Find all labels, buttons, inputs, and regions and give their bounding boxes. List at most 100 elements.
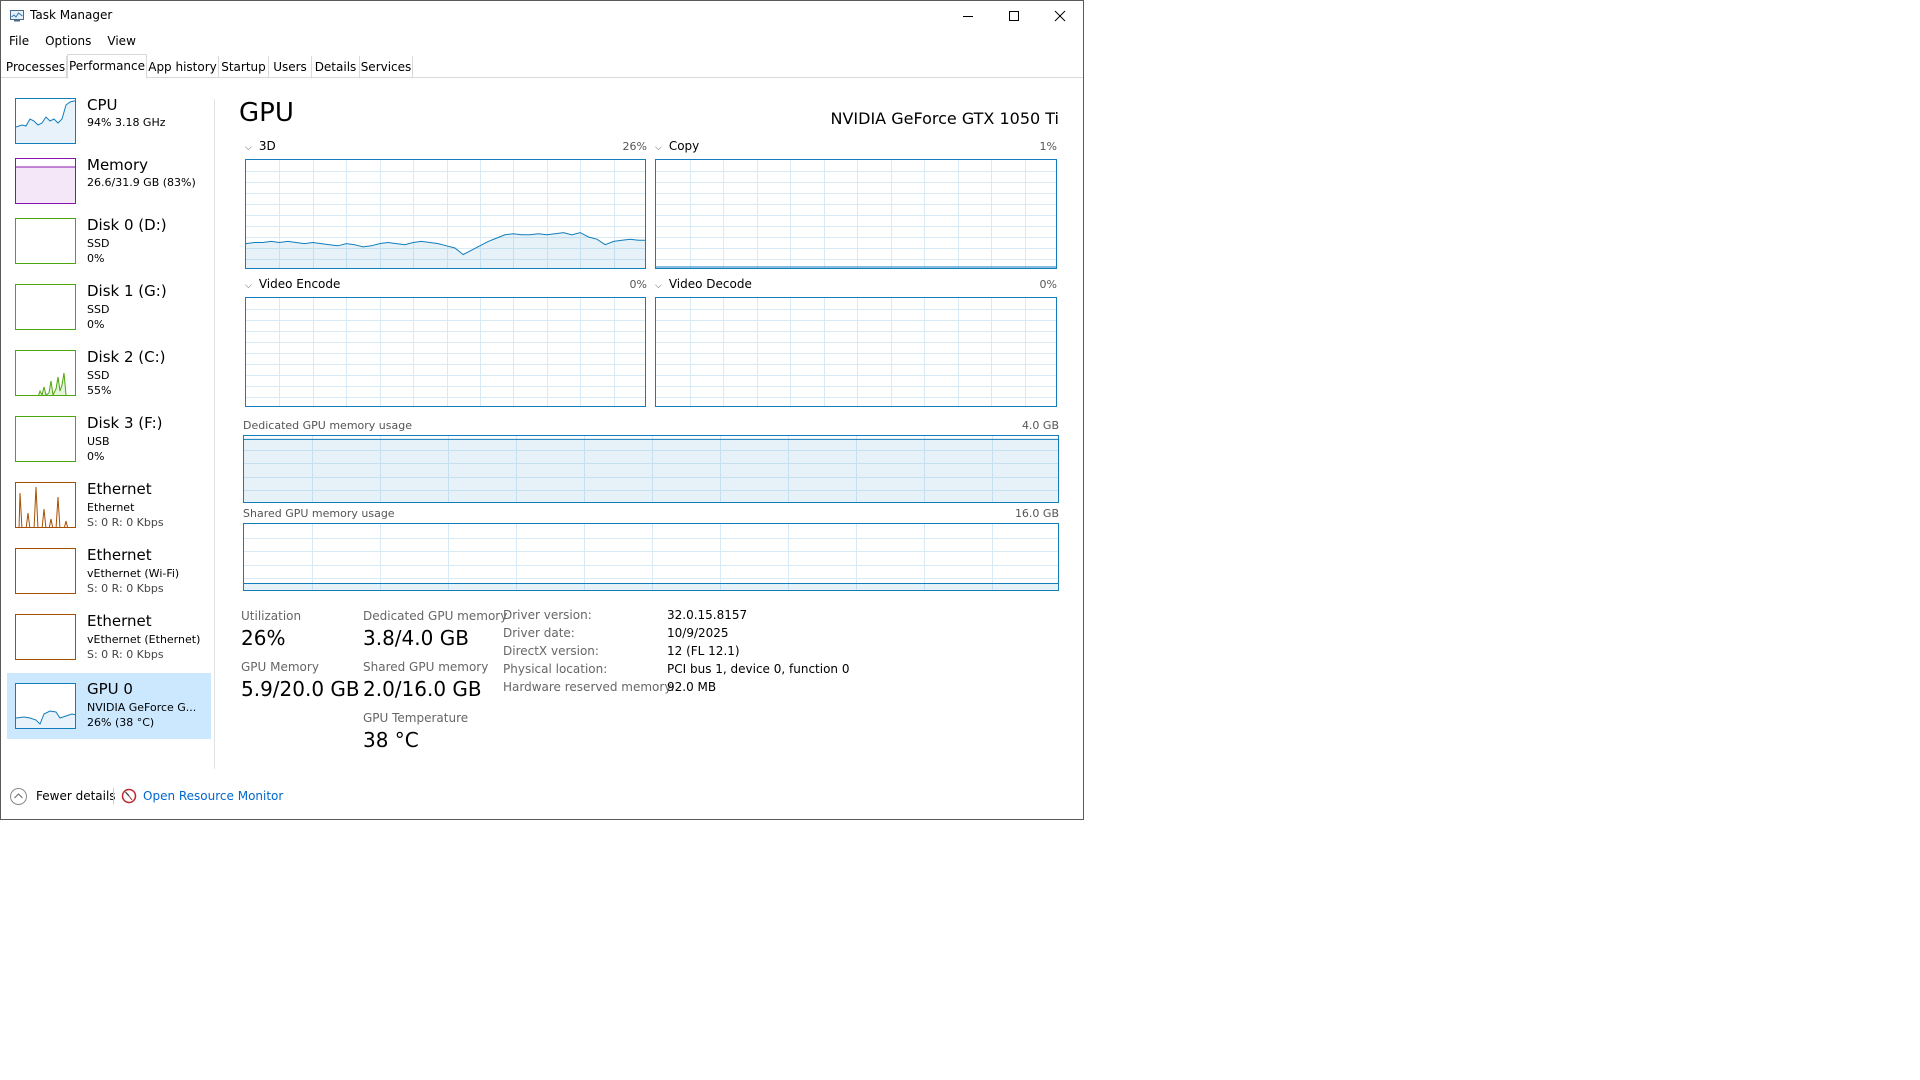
close-icon bbox=[1054, 10, 1066, 22]
shared-memory-graph bbox=[243, 523, 1059, 591]
shared-memory-label: Shared GPU memory usage bbox=[243, 507, 395, 520]
sidebar-disk-1-type: SSD bbox=[87, 303, 110, 316]
disk-2-thumbnail-graph bbox=[15, 350, 76, 396]
sidebar-item-cpu[interactable]: CPU 94% 3.18 GHz bbox=[7, 95, 211, 155]
gpu-temperature-label: GPU Temperature bbox=[363, 711, 469, 725]
close-button[interactable] bbox=[1037, 1, 1083, 31]
engine-3d-area bbox=[246, 232, 645, 268]
engine-copy-name: Copy bbox=[668, 139, 700, 153]
tab-startup[interactable]: Startup bbox=[219, 56, 269, 78]
menu-file[interactable]: File bbox=[1, 32, 37, 52]
engine-3d-label[interactable]: ⌵ 3D bbox=[245, 139, 276, 153]
dedicated-memory-fill bbox=[244, 439, 1058, 502]
chevron-down-icon: ⌵ bbox=[245, 281, 252, 291]
maximize-icon bbox=[1009, 11, 1019, 21]
engine-video-decode-name: Video Decode bbox=[668, 277, 752, 291]
hardware-reserved-memory-value: 92.0 MB bbox=[667, 680, 717, 694]
sidebar-item-ethernet-3[interactable]: Ethernet vEthernet (Ethernet) S: 0 R: 0 … bbox=[7, 611, 211, 677]
sidebar-disk-2-usage: 55% bbox=[87, 384, 112, 397]
sidebar-item-disk-0[interactable]: Disk 0 (D:) SSD 0% bbox=[7, 215, 211, 281]
minimize-button[interactable] bbox=[945, 1, 991, 31]
shared-memory-fill bbox=[244, 583, 1058, 590]
tab-performance[interactable]: Performance bbox=[67, 54, 147, 79]
sidebar-item-memory[interactable]: Memory 26.6/31.9 GB (83%) bbox=[7, 155, 211, 215]
hardware-reserved-memory-label: Hardware reserved memory: bbox=[503, 680, 675, 694]
sidebar-item-disk-3[interactable]: Disk 3 (F:) USB 0% bbox=[7, 413, 211, 479]
engine-video-decode-percent: 0% bbox=[1039, 278, 1057, 291]
engine-3d-graph bbox=[245, 159, 646, 269]
sidebar-disk-0-title: Disk 0 (D:) bbox=[87, 216, 167, 234]
menu-view[interactable]: View bbox=[99, 32, 143, 52]
dedicated-gpu-memory-value: 3.8/4.0 GB bbox=[363, 626, 469, 650]
engine-copy-percent: 1% bbox=[1039, 140, 1057, 153]
sidebar-cpu-usage: 94% 3.18 GHz bbox=[87, 116, 166, 129]
gpu-memory-value: 5.9/20.0 GB bbox=[241, 677, 360, 701]
tab-users[interactable]: Users bbox=[269, 56, 312, 78]
graph-grid bbox=[244, 524, 1058, 590]
engine-video-decode-label[interactable]: ⌵ Video Decode bbox=[655, 277, 752, 291]
page-title: GPU bbox=[239, 98, 294, 128]
sidebar-disk-2-title: Disk 2 (C:) bbox=[87, 348, 166, 366]
graph-grid bbox=[656, 298, 1056, 406]
sidebar-ethernet-1-title: Ethernet bbox=[87, 480, 152, 498]
sidebar-disk-2-type: SSD bbox=[87, 369, 110, 382]
sidebar-disk-1-usage: 0% bbox=[87, 318, 105, 331]
shared-gpu-memory-label: Shared GPU memory bbox=[363, 660, 489, 674]
sidebar-item-disk-2[interactable]: Disk 2 (C:) SSD 55% bbox=[7, 347, 211, 413]
directx-version-value: 12 (FL 12.1) bbox=[667, 644, 740, 658]
tab-processes[interactable]: Processes bbox=[5, 56, 67, 78]
resource-monitor-icon bbox=[121, 788, 137, 804]
chevron-up-icon[interactable] bbox=[10, 788, 27, 805]
sidebar-item-ethernet-1[interactable]: Ethernet Ethernet S: 0 R: 0 Kbps bbox=[7, 479, 211, 545]
ethernet-1-thumbnail-graph bbox=[15, 482, 76, 528]
driver-date-value: 10/9/2025 bbox=[667, 626, 729, 640]
sidebar-ethernet-3-title: Ethernet bbox=[87, 612, 152, 630]
gpu-0-thumbnail-graph bbox=[15, 683, 76, 729]
footer-bar: Fewer details Open Resource Monitor bbox=[1, 784, 1083, 808]
sidebar-gpu-0-usage: 26% (38 °C) bbox=[87, 716, 155, 729]
sidebar-ethernet-1-adapter: Ethernet bbox=[87, 501, 135, 514]
disk-0-thumbnail-graph bbox=[15, 218, 76, 264]
sidebar-ethernet-3-throughput: S: 0 R: 0 Kbps bbox=[87, 648, 164, 661]
sidebar-disk-3-usage: 0% bbox=[87, 450, 105, 463]
engine-video-encode-name: Video Encode bbox=[258, 277, 341, 291]
sidebar-disk-0-type: SSD bbox=[87, 237, 110, 250]
title-bar: Task Manager bbox=[1, 1, 1083, 31]
menu-bar: File Options View bbox=[1, 32, 144, 52]
directx-version-label: DirectX version: bbox=[503, 644, 599, 658]
sidebar-disk-0-usage: 0% bbox=[87, 252, 105, 265]
sidebar-gpu-0-model: NVIDIA GeForce G... bbox=[87, 701, 197, 714]
driver-date-label: Driver date: bbox=[503, 626, 575, 640]
sidebar-ethernet-2-throughput: S: 0 R: 0 Kbps bbox=[87, 582, 164, 595]
chevron-down-icon: ⌵ bbox=[655, 143, 662, 153]
gpu-memory-label: GPU Memory bbox=[241, 660, 319, 674]
shared-memory-max: 16.0 GB bbox=[1014, 507, 1059, 520]
fewer-details-button[interactable]: Fewer details bbox=[36, 789, 116, 803]
sidebar-disk-3-title: Disk 3 (F:) bbox=[87, 414, 163, 432]
engine-copy-label[interactable]: ⌵ Copy bbox=[655, 139, 699, 153]
footer-divider bbox=[113, 788, 114, 804]
tab-strip: Processes Performance App history Startu… bbox=[1, 54, 1083, 79]
sidebar-item-disk-1[interactable]: Disk 1 (G:) SSD 0% bbox=[7, 281, 211, 347]
sidebar-item-ethernet-2[interactable]: Ethernet vEthernet (Wi-Fi) S: 0 R: 0 Kbp… bbox=[7, 545, 211, 611]
chevron-down-icon: ⌵ bbox=[245, 143, 252, 153]
tab-services[interactable]: Services bbox=[360, 56, 413, 78]
engine-video-encode-graph bbox=[245, 297, 646, 407]
maximize-button[interactable] bbox=[991, 1, 1037, 31]
tab-app-history[interactable]: App history bbox=[147, 56, 219, 78]
utilization-label: Utilization bbox=[241, 609, 302, 623]
disk-1-thumbnail-graph bbox=[15, 284, 76, 330]
engine-video-encode-label[interactable]: ⌵ Video Encode bbox=[245, 277, 340, 291]
tab-details[interactable]: Details bbox=[312, 56, 360, 78]
ethernet-2-thumbnail-graph bbox=[15, 548, 76, 594]
engine-video-encode-percent: 0% bbox=[629, 278, 647, 291]
shared-gpu-memory-value: 2.0/16.0 GB bbox=[363, 677, 482, 701]
sidebar-memory-usage: 26.6/31.9 GB (83%) bbox=[87, 176, 196, 189]
open-resource-monitor-link[interactable]: Open Resource Monitor bbox=[143, 789, 283, 803]
sidebar-item-gpu-0[interactable]: GPU 0 NVIDIA GeForce G... 26% (38 °C) bbox=[7, 673, 211, 739]
menu-options[interactable]: Options bbox=[37, 32, 99, 52]
ethernet-3-thumbnail-graph bbox=[15, 614, 76, 660]
utilization-value: 26% bbox=[241, 626, 286, 650]
dedicated-memory-graph bbox=[243, 435, 1059, 503]
sidebar-ethernet-1-throughput: S: 0 R: 0 Kbps bbox=[87, 516, 164, 529]
